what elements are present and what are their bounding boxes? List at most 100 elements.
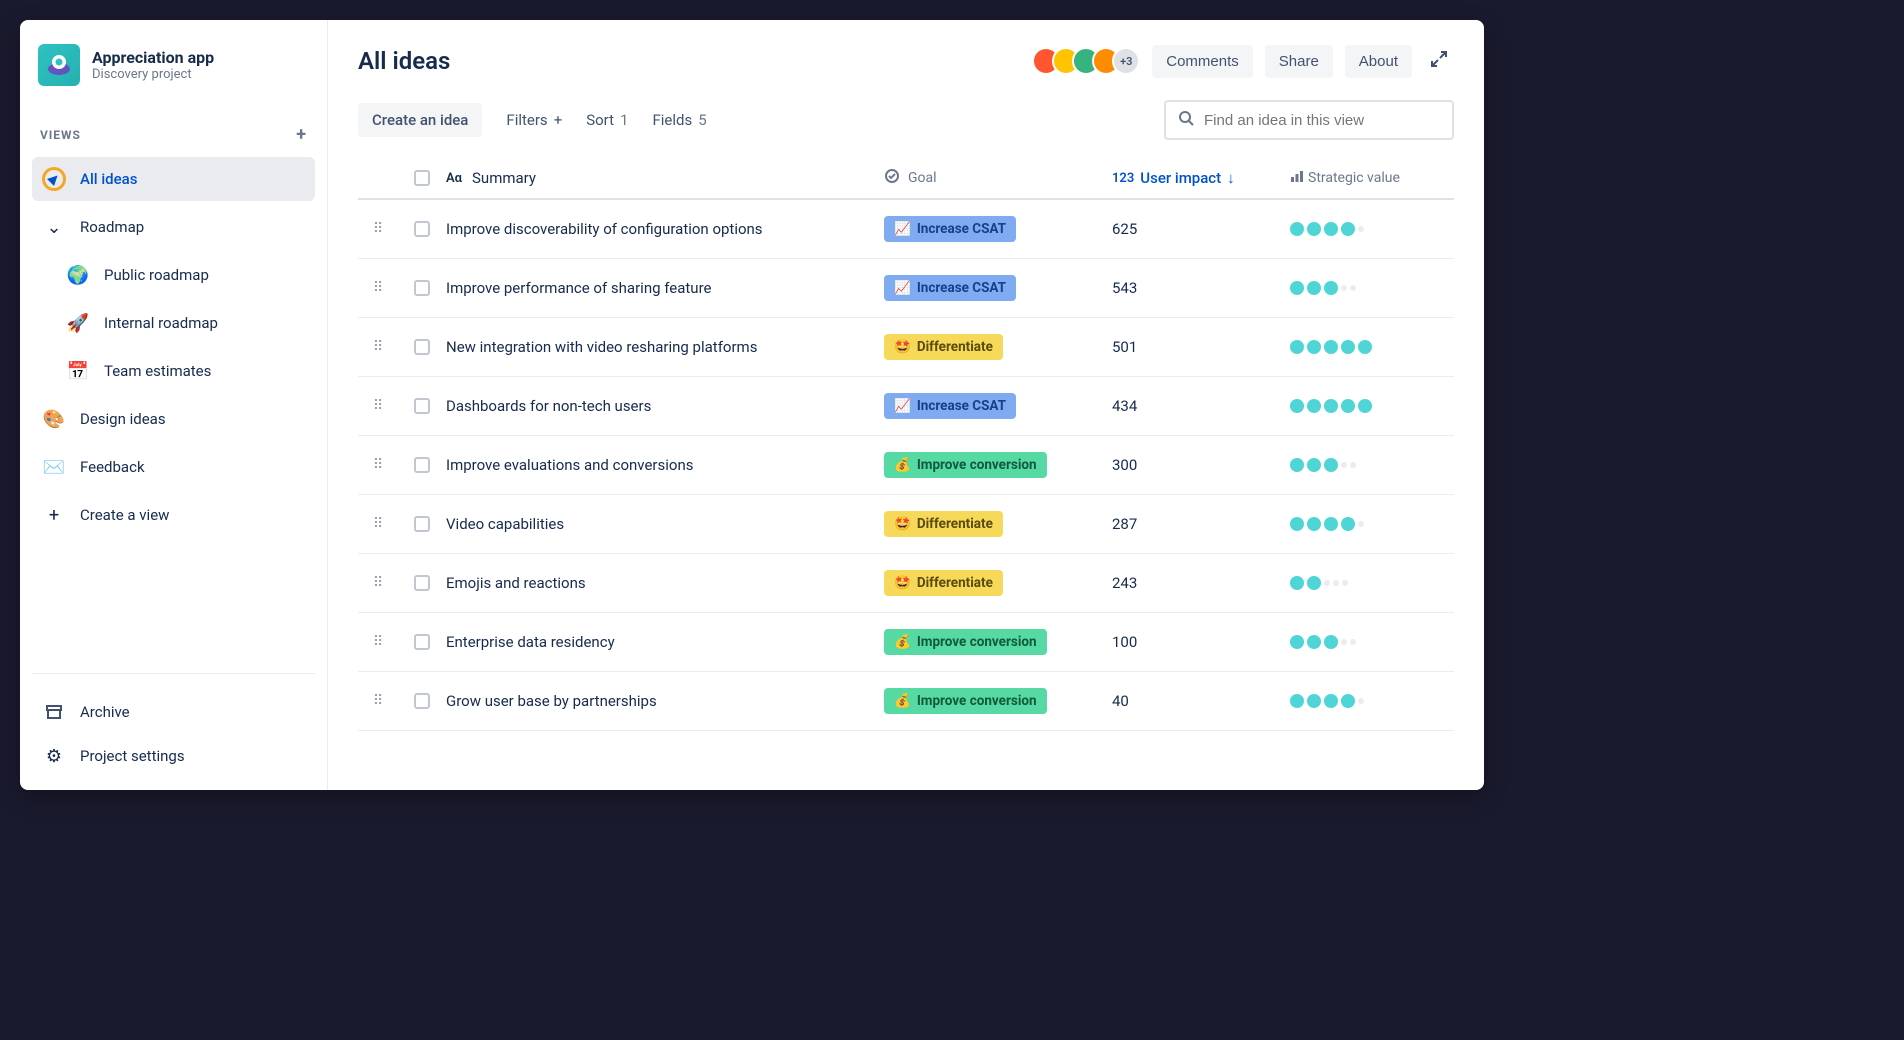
sort-button[interactable]: Sort 1 xyxy=(586,111,628,129)
drag-handle-icon[interactable]: ⠿ xyxy=(358,398,398,414)
row-checkbox[interactable] xyxy=(406,457,438,473)
avatar-stack[interactable]: +3 xyxy=(1040,47,1140,75)
row-checkbox[interactable] xyxy=(406,339,438,355)
sidebar-item-create-view[interactable]: + Create a view xyxy=(32,493,315,537)
strategic-dot xyxy=(1290,281,1304,295)
row-checkbox[interactable] xyxy=(406,280,438,296)
row-checkbox[interactable] xyxy=(406,575,438,591)
goal-tag[interactable]: 💰 Improve conversion xyxy=(884,688,1047,714)
row-goal: 📈 Increase CSAT xyxy=(884,275,1104,301)
avatar-more[interactable]: +3 xyxy=(1112,47,1140,75)
goal-label: Improve conversion xyxy=(917,693,1037,709)
sidebar-item-archive[interactable]: Archive xyxy=(32,690,315,734)
sidebar-item-label: Internal roadmap xyxy=(104,314,218,332)
row-checkbox[interactable] xyxy=(406,398,438,414)
sidebar-item-project-settings[interactable]: ⚙ Project settings xyxy=(32,734,315,778)
column-summary[interactable]: Summary xyxy=(472,169,536,187)
drag-handle-icon[interactable]: ⠿ xyxy=(358,280,398,296)
sidebar-item-all-ideas[interactable]: All ideas xyxy=(32,157,315,201)
strategic-dot xyxy=(1290,576,1304,590)
row-checkbox[interactable] xyxy=(406,221,438,237)
page-title: All ideas xyxy=(358,47,450,75)
row-checkbox[interactable] xyxy=(406,516,438,532)
search-input[interactable] xyxy=(1204,112,1440,129)
table-row[interactable]: ⠿ New integration with video resharing p… xyxy=(358,318,1454,377)
goal-tag[interactable]: 🤩 Differentiate xyxy=(884,334,1003,360)
strategic-dot xyxy=(1358,226,1364,232)
add-view-button[interactable]: + xyxy=(296,124,307,145)
strategic-dot xyxy=(1324,281,1338,295)
strategic-dot xyxy=(1307,576,1321,590)
views-label: VIEWS xyxy=(40,128,81,142)
sidebar-item-public-roadmap[interactable]: 🌍 Public roadmap xyxy=(32,253,315,297)
table-row[interactable]: ⠿ Improve evaluations and conversions 💰 … xyxy=(358,436,1454,495)
column-strategic[interactable]: Strategic value xyxy=(1308,170,1400,186)
expand-icon[interactable] xyxy=(1424,44,1454,78)
row-strategic-value xyxy=(1290,458,1440,472)
drag-handle-icon[interactable]: ⠿ xyxy=(358,339,398,355)
sidebar-item-label: Archive xyxy=(80,703,130,721)
table-header: Aα Summary Goal 123 User impact ↓ xyxy=(358,158,1454,200)
drag-handle-icon[interactable]: ⠿ xyxy=(358,221,398,237)
goal-tag[interactable]: 🤩 Differentiate xyxy=(884,511,1003,537)
sidebar-item-label: All ideas xyxy=(80,170,137,188)
sidebar-item-label: Create a view xyxy=(80,506,169,524)
fields-button[interactable]: Fields 5 xyxy=(652,111,706,129)
strategic-dot xyxy=(1341,462,1347,468)
select-all-checkbox[interactable] xyxy=(406,170,438,186)
bars-icon xyxy=(1290,169,1304,187)
arrow-down-icon: ↓ xyxy=(1227,169,1235,187)
strategic-dot xyxy=(1358,399,1372,413)
goal-tag[interactable]: 📈 Increase CSAT xyxy=(884,393,1016,419)
table-row[interactable]: ⠿ Grow user base by partnerships 💰 Impro… xyxy=(358,672,1454,731)
project-header: Appreciation app Discovery project xyxy=(32,44,315,104)
search-box[interactable] xyxy=(1164,100,1454,140)
filters-button[interactable]: Filters + xyxy=(506,111,562,129)
drag-handle-icon[interactable]: ⠿ xyxy=(358,575,398,591)
table-row[interactable]: ⠿ Improve performance of sharing feature… xyxy=(358,259,1454,318)
project-subtitle: Discovery project xyxy=(92,67,214,82)
strategic-dot xyxy=(1341,222,1355,236)
drag-handle-icon[interactable]: ⠿ xyxy=(358,516,398,532)
strategic-dot xyxy=(1342,580,1348,586)
table-row[interactable]: ⠿ Enterprise data residency 💰 Improve co… xyxy=(358,613,1454,672)
sort-count: 1 xyxy=(620,111,628,129)
column-user-impact[interactable]: 123 User impact ↓ xyxy=(1112,169,1282,187)
strategic-dot xyxy=(1324,580,1330,586)
goal-tag[interactable]: 🤩 Differentiate xyxy=(884,570,1003,596)
sidebar-item-roadmap[interactable]: ⌄ Roadmap xyxy=(32,205,315,249)
drag-handle-icon[interactable]: ⠿ xyxy=(358,457,398,473)
calendar-icon: 📅 xyxy=(66,359,90,383)
plus-icon: + xyxy=(42,503,66,527)
sidebar-item-team-estimates[interactable]: 📅 Team estimates xyxy=(32,349,315,393)
goal-emoji-icon: 💰 xyxy=(894,457,911,473)
drag-handle-icon[interactable]: ⠿ xyxy=(358,634,398,650)
table-row[interactable]: ⠿ Video capabilities 🤩 Differentiate 287 xyxy=(358,495,1454,554)
row-checkbox[interactable] xyxy=(406,693,438,709)
table-row[interactable]: ⠿ Dashboards for non-tech users 📈 Increa… xyxy=(358,377,1454,436)
table-row[interactable]: ⠿ Improve discoverability of configurati… xyxy=(358,200,1454,259)
share-button[interactable]: Share xyxy=(1265,45,1333,78)
strategic-dot xyxy=(1324,635,1338,649)
row-goal: 🤩 Differentiate xyxy=(884,334,1104,360)
goal-emoji-icon: 📈 xyxy=(894,280,911,296)
strategic-dot xyxy=(1341,639,1347,645)
strategic-dot xyxy=(1350,462,1356,468)
goal-tag[interactable]: 📈 Increase CSAT xyxy=(884,216,1016,242)
comments-button[interactable]: Comments xyxy=(1152,45,1253,78)
row-checkbox[interactable] xyxy=(406,634,438,650)
goal-tag[interactable]: 💰 Improve conversion xyxy=(884,452,1047,478)
table-row[interactable]: ⠿ Emojis and reactions 🤩 Differentiate 2… xyxy=(358,554,1454,613)
goal-tag[interactable]: 📈 Increase CSAT xyxy=(884,275,1016,301)
project-icon xyxy=(38,44,80,86)
create-idea-button[interactable]: Create an idea xyxy=(358,103,482,137)
strategic-dot xyxy=(1324,222,1338,236)
column-goal[interactable]: Goal xyxy=(908,170,937,186)
drag-handle-icon[interactable]: ⠿ xyxy=(358,693,398,709)
sidebar-item-design-ideas[interactable]: 🎨 Design ideas xyxy=(32,397,315,441)
sidebar-item-internal-roadmap[interactable]: 🚀 Internal roadmap xyxy=(32,301,315,345)
goal-tag[interactable]: 💰 Improve conversion xyxy=(884,629,1047,655)
sidebar-item-feedback[interactable]: ✉️ Feedback xyxy=(32,445,315,489)
about-button[interactable]: About xyxy=(1345,45,1412,78)
row-goal: 💰 Improve conversion xyxy=(884,688,1104,714)
